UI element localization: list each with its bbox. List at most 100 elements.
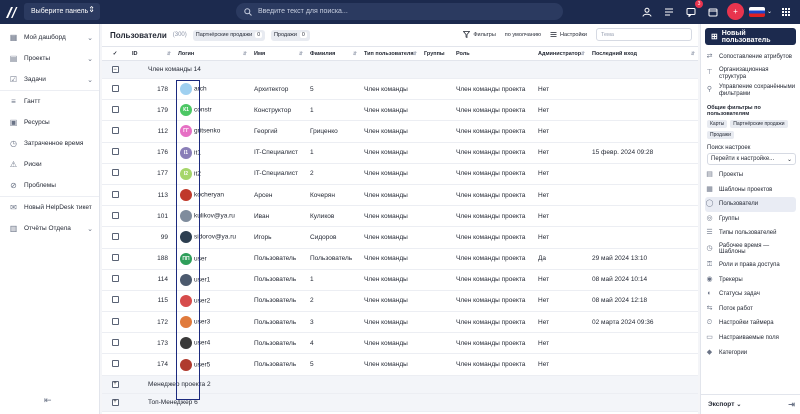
calendar-icon[interactable]	[705, 3, 722, 20]
cell-login[interactable]: user4	[174, 332, 250, 355]
group-row-manager[interactable]: + Менеджер проекта 2	[102, 375, 698, 394]
rpanel-nav-item-8[interactable]: ◐ Статусы задач	[701, 287, 800, 302]
collapse-panel-icon[interactable]: ⇥	[788, 400, 795, 409]
settings-button[interactable]: Настройки	[550, 31, 587, 38]
rpanel-nav-item-3[interactable]: ◎ Группы	[701, 212, 800, 227]
rpanel-nav-item-1[interactable]: ▦ Шаблоны проектов	[701, 183, 800, 198]
table-row[interactable]: 112 ГГ gritsenko Георгий Гриценко Член ко…	[102, 120, 698, 143]
column-header-login[interactable]: Логин ⇵	[174, 46, 250, 61]
new-user-button[interactable]: ⊞ Новый пользователь	[705, 28, 796, 45]
login-link[interactable]: user1	[194, 276, 210, 283]
table-row[interactable]: 179 К1 constr Конструктор 1 Член команды …	[102, 99, 698, 122]
default-query-button[interactable]: по умолчанию	[505, 32, 541, 38]
collapse-sidebar-icon[interactable]: ⇤	[44, 395, 52, 406]
login-link[interactable]: kulikov@ya.ru	[194, 213, 235, 220]
cell-login[interactable]: ГГ gritsenko	[174, 120, 250, 143]
table-row[interactable]: 174 user5 Пользователь 5 Член команды Чл…	[102, 353, 698, 376]
rpanel-nav-item-9[interactable]: ⇆ Поток работ	[701, 302, 800, 317]
row-checkbox[interactable]	[111, 84, 119, 92]
column-header-user-type[interactable]: Тип пользователя ⇵	[360, 46, 420, 61]
rpanel-nav-item-6[interactable]: ⚿ Роли и права доступа	[701, 258, 800, 273]
login-link[interactable]: user5	[194, 361, 210, 368]
login-link[interactable]: user2	[194, 297, 210, 304]
sidebar-item-0[interactable]: ▦ Мой дашборд ⌄	[0, 27, 99, 48]
rpanel-nav-item-7[interactable]: ◉ Трекеры	[701, 273, 800, 288]
sidebar-item-6[interactable]: ⚠ Риски	[0, 154, 99, 175]
login-link[interactable]: user3	[194, 319, 210, 326]
login-link[interactable]: it1	[194, 149, 201, 156]
column-header-groups[interactable]: Группы	[420, 46, 452, 61]
rpanel-nav-item-5[interactable]: ◷ Рабочее время — Шаблоны	[701, 241, 800, 258]
sidebar-item-8[interactable]: ✉ Новый HelpDesk тикет	[0, 197, 99, 218]
login-link[interactable]: sidorov@ya.ru	[194, 234, 236, 241]
filters-button[interactable]: Фильтры	[463, 31, 496, 38]
cell-login[interactable]: kocheryan	[174, 184, 250, 207]
goto-setting-select[interactable]: Перейти к настройке... ⌄	[707, 153, 796, 165]
language-select[interactable]: ⌄	[748, 6, 772, 17]
login-link[interactable]: arch	[194, 86, 207, 93]
cell-login[interactable]: I1 it1	[174, 142, 250, 164]
apps-grid-icon[interactable]	[777, 3, 794, 20]
row-checkbox[interactable]	[111, 275, 119, 283]
row-checkbox[interactable]	[111, 232, 119, 240]
filter-chip-partner-sales[interactable]: Партнёрские продажи 0	[192, 29, 265, 41]
subject-search-input[interactable]: Тема	[596, 28, 692, 41]
row-checkbox[interactable]	[111, 148, 119, 156]
cell-login[interactable]: К1 constr	[174, 99, 250, 122]
table-row[interactable]: 177 I2 it2 IT-Специалист 2 Член команды Ч…	[102, 163, 698, 185]
table-row[interactable]: 178 arch Архитектор 5 Член команды Член …	[102, 78, 698, 101]
tasks-icon[interactable]	[661, 3, 678, 20]
shared-filter-chip[interactable]: Партнёрские продажи	[730, 120, 788, 128]
expand-group-icon[interactable]: +	[111, 380, 119, 388]
rpanel-top-item-2[interactable]: ⚲ Управление сохранёнными фильтрами	[701, 82, 800, 99]
login-link[interactable]: it2	[194, 170, 201, 177]
column-header-name[interactable]: Имя ⇵	[250, 46, 306, 61]
collapse-group-icon[interactable]: −	[111, 66, 119, 74]
group-row-top-manager[interactable]: + Топ-Менеджер 6	[102, 393, 698, 412]
sidebar-item-3[interactable]: ≡ Гантт	[0, 91, 99, 112]
panel-select[interactable]: Выберите панель ⇕	[24, 3, 100, 20]
sidebar-item-1[interactable]: ▤ Проекты ⌄	[0, 48, 99, 69]
table-row[interactable]: 113 kocheryan Арсен Кочерян Член команды…	[102, 184, 698, 207]
sidebar-item-9[interactable]: ▥ Отчёты Отдела ⌄	[0, 218, 99, 239]
row-checkbox[interactable]	[111, 360, 119, 368]
rpanel-nav-item-4[interactable]: ☰ Типы пользователей	[701, 226, 800, 241]
login-link[interactable]: kocheryan	[194, 192, 224, 199]
column-header-role[interactable]: Роль	[452, 46, 534, 61]
global-search-input[interactable]: Введите текст для поиска...	[236, 3, 563, 20]
app-logo[interactable]	[0, 0, 22, 24]
cell-login[interactable]: user1	[174, 269, 250, 291]
row-checkbox[interactable]	[111, 296, 119, 304]
group-row[interactable]: − Член команды 14	[102, 60, 698, 79]
table-row[interactable]: 188 ПП user Пользователь Пользователь Чле…	[102, 248, 698, 270]
cell-login[interactable]: sidorov@ya.ru	[174, 226, 250, 249]
table-row[interactable]: 115 user2 Пользователь 2 Член команды Чл…	[102, 290, 698, 313]
add-icon[interactable]: +	[726, 3, 744, 20]
login-link[interactable]: gritsenko	[194, 128, 220, 135]
cell-login[interactable]: kulikov@ya.ru	[174, 205, 250, 228]
cell-login[interactable]: arch	[174, 78, 250, 101]
sidebar-item-2[interactable]: ☑ Задачи ⌄	[0, 69, 99, 90]
login-link[interactable]: constr	[194, 107, 212, 114]
shared-filter-chip[interactable]: Карты	[707, 120, 728, 128]
row-checkbox[interactable]	[111, 211, 119, 219]
shared-filter-chip[interactable]: Продажи	[707, 131, 734, 139]
rpanel-top-item-0[interactable]: ⇄ Сопоставление атрибутов	[701, 49, 800, 65]
table-row[interactable]: 99 sidorov@ya.ru Игорь Сидоров Член кома…	[102, 226, 698, 249]
cell-login[interactable]: ПП user	[174, 248, 250, 270]
table-row[interactable]: 173 user4 Пользователь 4 Член команды Чл…	[102, 332, 698, 355]
column-header-id[interactable]: ID ⇵	[128, 46, 174, 61]
rpanel-top-item-1[interactable]: ⊤ Организационная структура	[701, 65, 800, 82]
row-checkbox[interactable]	[111, 126, 119, 134]
profile-icon[interactable]	[639, 3, 656, 20]
row-checkbox[interactable]	[111, 338, 119, 346]
cell-login[interactable]: I2 it2	[174, 163, 250, 185]
rpanel-nav-item-2[interactable]: ◯ Пользователи	[705, 197, 796, 212]
column-header-surname[interactable]: Фамилия ⇵	[306, 46, 360, 61]
row-checkbox[interactable]	[111, 190, 119, 198]
column-header-last-login[interactable]: Последний вход ⇵	[588, 46, 698, 61]
sidebar-item-5[interactable]: ◷ Затраченное время	[0, 133, 99, 154]
table-row[interactable]: 101 kulikov@ya.ru Иван Куликов Член кома…	[102, 205, 698, 228]
export-button[interactable]: Экспорт ⌄ ⇥	[701, 394, 800, 414]
row-checkbox[interactable]	[111, 169, 119, 177]
